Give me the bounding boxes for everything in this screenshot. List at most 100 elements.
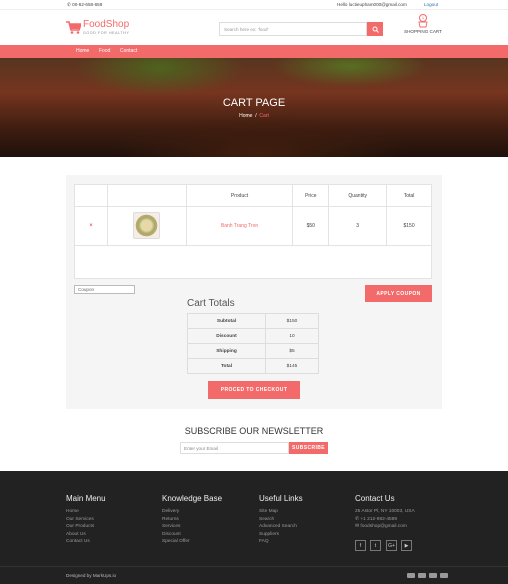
breadcrumb-home[interactable]: Home (239, 113, 252, 119)
footer-link[interactable]: Home (66, 508, 106, 516)
hero-banner: CART PAGE Home / Cart (0, 58, 508, 157)
footer-link[interactable]: Delivery (162, 508, 222, 516)
footer-link[interactable]: Suppliers (259, 531, 303, 539)
product-name-cell: Banh Trang Tron (185, 206, 294, 246)
twitter-icon[interactable]: t (370, 540, 381, 551)
footer-heading: Knowledge Base (162, 494, 223, 503)
apply-coupon-button[interactable]: APPLY COUPON (365, 285, 432, 302)
table-row: Subtotal $150 (187, 313, 319, 329)
footer-knowledge-base: Knowledge Base Delivery Returns Services… (162, 494, 222, 546)
table-header: Quantity (328, 184, 388, 207)
footer-useful-links: Useful Links Site Map Search Advanced Se… (259, 494, 303, 546)
search-icon (372, 26, 379, 33)
google-plus-icon[interactable]: G+ (386, 540, 397, 551)
footer-link[interactable]: Search (259, 516, 303, 524)
top-bar: ✆ 00-62-658-658 Hello luctieupham000@gma… (0, 0, 508, 10)
checkout-button[interactable]: PROCED TO CHECKOUT (208, 381, 300, 399)
totals-label: Subtotal (187, 313, 266, 329)
price-cell: $50 (292, 206, 330, 246)
phone-number: ✆ 00-62-658-658 (67, 2, 103, 7)
totals-value: $145 (265, 358, 319, 374)
footer-contact: Contact Us 25 Astor Pl, NY 10003, USA ✆ … (355, 494, 415, 531)
footer-link[interactable]: Advanced Search (259, 523, 303, 531)
table-header: Total (386, 184, 432, 207)
newsletter-title: SUBSCRIBE OUR NEWSLETTER (184, 426, 324, 436)
table-row: Shipping $5 (187, 343, 319, 359)
cart-logo-icon (66, 21, 81, 34)
product-name-link[interactable]: Banh Trang Tron (221, 223, 258, 229)
footer-link[interactable]: Our Products (66, 523, 106, 531)
cart-count-badge: 1 (419, 14, 427, 22)
footer-divider (0, 566, 508, 567)
nav-food[interactable]: Food (99, 48, 110, 54)
product-image[interactable] (133, 211, 161, 239)
contact-email[interactable]: ✉ foodshop@gmail.com (355, 523, 415, 531)
footer-link[interactable]: Services (162, 523, 222, 531)
footer-heading: Contact Us (355, 494, 395, 503)
logout-link[interactable]: Logout (424, 2, 438, 7)
footer-link[interactable]: About Us (66, 531, 106, 539)
cart-totals-title: Cart Totals (187, 298, 235, 309)
table-row: Discount 10 (187, 328, 319, 344)
footer-link[interactable]: Discount (162, 531, 222, 539)
remove-item-button[interactable]: × (74, 206, 108, 246)
table-header: Product (185, 184, 294, 207)
breadcrumb: Home / Cart (0, 113, 508, 119)
totals-value: $150 (265, 313, 319, 329)
breadcrumb-current: Cart (259, 113, 269, 119)
footer-main-menu: Main Menu Home Our Services Our Products… (66, 494, 106, 546)
payment-icon (407, 573, 415, 578)
designed-by: Designed by MarkUps.io (66, 573, 117, 578)
footer-link[interactable]: FAQ (259, 538, 303, 546)
contact-address: 25 Astor Pl, NY 10003, USA (355, 509, 415, 514)
phone-icon: ✆ (355, 516, 360, 522)
empty-cell (74, 245, 432, 279)
table-header (74, 184, 108, 207)
footer-link[interactable]: Contact Us (66, 538, 106, 546)
brand-name: FoodShop (83, 19, 130, 30)
cart-label: SHOPPING CART (404, 29, 442, 34)
footer-heading: Useful Links (259, 494, 303, 503)
table-header (106, 184, 187, 207)
contact-phone: ✆ +1 212-982-4589 (355, 516, 398, 522)
user-greeting: Hello luctieupham000@gmail.com (337, 2, 407, 7)
close-icon: × (89, 223, 93, 229)
footer-link[interactable]: Site Map (259, 508, 303, 516)
table-row: Total $145 (187, 358, 319, 374)
coupon-input[interactable]: Coupon (74, 285, 135, 294)
search-button[interactable] (367, 22, 383, 36)
nav-home[interactable]: Home (76, 48, 89, 54)
footer-link[interactable]: Our Services (66, 516, 106, 524)
payment-icon (418, 573, 426, 578)
footer-heading: Main Menu (66, 494, 106, 503)
subscribe-button[interactable]: SUBSCRIBE (289, 442, 328, 454)
footer-link[interactable]: Special Offer (162, 538, 222, 546)
shopping-cart[interactable]: 1 SHOPPING CART (400, 14, 446, 38)
nav-contact[interactable]: Contact (120, 48, 137, 54)
facebook-icon[interactable]: f (355, 540, 366, 551)
table-empty-row (74, 245, 432, 279)
main-nav: Home Food Contact (0, 45, 508, 58)
table-header: Price (292, 184, 330, 207)
search-input[interactable]: Search here ex: 'food' (219, 22, 367, 36)
table-header-row: Product Price Quantity Total (74, 184, 432, 207)
total-cell: $150 (386, 206, 432, 246)
footer-link[interactable]: Returns (162, 516, 222, 524)
cart-table: Product Price Quantity Total × Banh Tran… (74, 184, 432, 279)
payment-icon (429, 573, 437, 578)
cart-totals-table: Subtotal $150 Discount 10 Shipping $5 Total… (187, 313, 319, 374)
youtube-icon[interactable]: ▶ (401, 540, 412, 551)
totals-label: Discount (187, 328, 266, 344)
payment-icon (440, 573, 448, 578)
totals-value: 10 (265, 328, 319, 344)
brand-tagline: GOOD FOR HEALTHY (83, 31, 130, 35)
page-title: CART PAGE (222, 97, 286, 109)
breadcrumb-separator: / (255, 113, 257, 119)
product-image-cell (106, 206, 187, 246)
totals-label: Shipping (187, 343, 266, 359)
logo[interactable]: FoodShop GOOD FOR HEALTHY (66, 18, 136, 40)
newsletter-email-input[interactable]: Enter your Email (180, 442, 289, 454)
quantity-cell[interactable]: 3 (328, 206, 388, 246)
mail-icon: ✉ (355, 524, 360, 529)
totals-label: Total (187, 358, 266, 374)
